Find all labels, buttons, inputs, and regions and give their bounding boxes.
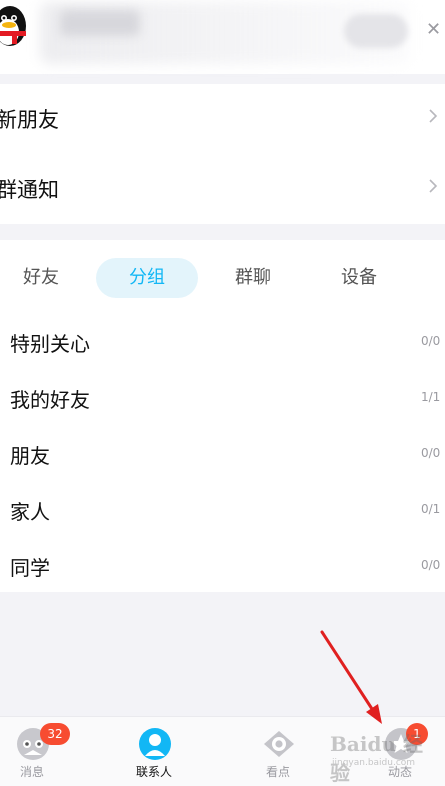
unread-badge: 32	[40, 723, 70, 745]
group-name: 特别关心	[10, 332, 90, 356]
group-name: 朋友	[10, 444, 50, 468]
chevron-right-icon	[429, 109, 438, 123]
group-row[interactable]: 我的好友 1/1	[0, 368, 445, 424]
group-name: 我的好友	[10, 388, 90, 412]
nav-messages-label: 消息	[19, 765, 44, 779]
new-friends-label: 新朋友	[0, 108, 59, 132]
notification-card: 新朋友 群通知	[0, 84, 445, 224]
baidu-watermark: Baidu 经验 jingyan.baidu.com	[326, 728, 436, 785]
watermark-text: Baidu 经验	[330, 732, 423, 785]
group-notice-row[interactable]: 群通知	[0, 154, 445, 224]
qq-penguin-logo	[0, 6, 26, 46]
group-name: 同学	[10, 556, 50, 580]
tab-groups[interactable]: 分组	[96, 258, 198, 298]
group-row[interactable]: 同学 0/0	[0, 536, 445, 592]
group-row[interactable]: 朋友 0/0	[0, 424, 445, 480]
group-count: 1/1	[421, 390, 441, 404]
nav-watch-label: 看点	[265, 765, 290, 779]
close-icon[interactable]: ✕	[426, 18, 442, 42]
tab-friends[interactable]: 好友	[8, 258, 74, 298]
chevron-right-icon	[429, 179, 438, 193]
banner-action-button[interactable]	[344, 14, 408, 48]
contacts-panel: 好友 分组 群聊 设备 特别关心 0/0 我的好友 1/1 朋友 0/0 家人 …	[0, 240, 445, 592]
nav-watch[interactable]: 看点	[238, 717, 318, 786]
new-friends-row[interactable]: 新朋友	[0, 84, 445, 154]
banner-blurred-text	[60, 10, 140, 36]
nav-contacts[interactable]: 联系人	[114, 717, 194, 786]
group-count: 0/0	[421, 446, 441, 460]
top-banner: ✕	[0, 0, 445, 74]
annotation-arrow	[320, 630, 382, 724]
group-count: 0/0	[421, 558, 441, 572]
group-count: 0/1	[421, 502, 441, 516]
group-count: 0/0	[421, 334, 441, 348]
group-notice-label: 群通知	[0, 178, 59, 202]
group-name: 家人	[10, 500, 50, 524]
nav-messages[interactable]: 消息 32	[0, 717, 72, 786]
group-row[interactable]: 特别关心 0/0	[0, 312, 445, 368]
watermark-url: jingyan.baidu.com	[332, 758, 416, 768]
tab-devices[interactable]: 设备	[326, 258, 392, 298]
group-row[interactable]: 家人 0/1	[0, 480, 445, 536]
tab-group-chats[interactable]: 群聊	[220, 258, 286, 298]
nav-contacts-label: 联系人	[135, 765, 172, 779]
contact-person-icon	[139, 728, 171, 760]
eye-icon	[264, 731, 294, 757]
